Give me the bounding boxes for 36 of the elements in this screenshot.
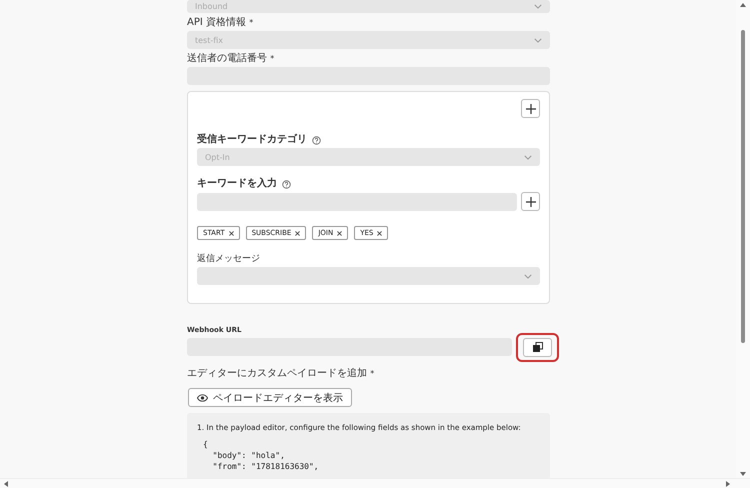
chevron-down-icon: [534, 4, 542, 9]
field-label: エディターにカスタムペイロードを追加 *: [187, 368, 376, 380]
plus-icon: [526, 196, 536, 206]
code-line: "body": "hola",: [212, 450, 286, 461]
remove-icon[interactable]: [228, 230, 234, 236]
category-select[interactable]: Opt-In: [197, 148, 540, 166]
code-line: {: [202, 439, 209, 450]
scroll-down-icon[interactable]: [740, 472, 746, 476]
chevron-down-icon: [524, 274, 532, 278]
remove-icon[interactable]: [295, 230, 300, 236]
add-keyword-button[interactable]: [521, 192, 540, 211]
scroll-up-icon[interactable]: [740, 3, 746, 7]
chevron-down-icon: [524, 154, 532, 160]
chevron-down-icon: [534, 38, 542, 42]
keyword-input[interactable]: [197, 192, 517, 210]
field-label: 返信メッセージ: [197, 253, 261, 265]
inbound-select[interactable]: Inbound: [187, 0, 550, 13]
remove-icon[interactable]: [337, 230, 342, 236]
scroll-right-icon[interactable]: [726, 480, 730, 486]
plus-icon: [526, 104, 536, 114]
field-label: キーワードを入力: [197, 178, 540, 190]
field-label: 送信者の電話番号 *: [187, 53, 276, 65]
help-icon: [282, 180, 291, 188]
api-credentials-select[interactable]: test-fix: [187, 31, 550, 49]
add-button[interactable]: [521, 99, 540, 118]
field-label: 受信キーワードカテゴリ: [197, 134, 540, 146]
scroll-thumb[interactable]: [741, 30, 745, 343]
code-line: "from": "17818163630",: [212, 461, 320, 472]
remove-icon[interactable]: [377, 230, 382, 236]
help-icon: [312, 136, 321, 144]
show-payload-editor-button[interactable]: ペイロードエディターを表示: [188, 388, 352, 407]
copy-button[interactable]: [523, 338, 552, 356]
eye-icon: [197, 394, 208, 402]
scroll-left-icon[interactable]: [4, 480, 8, 486]
copy-icon: [532, 342, 542, 352]
field-label: API 資格情報 *: [187, 17, 254, 29]
